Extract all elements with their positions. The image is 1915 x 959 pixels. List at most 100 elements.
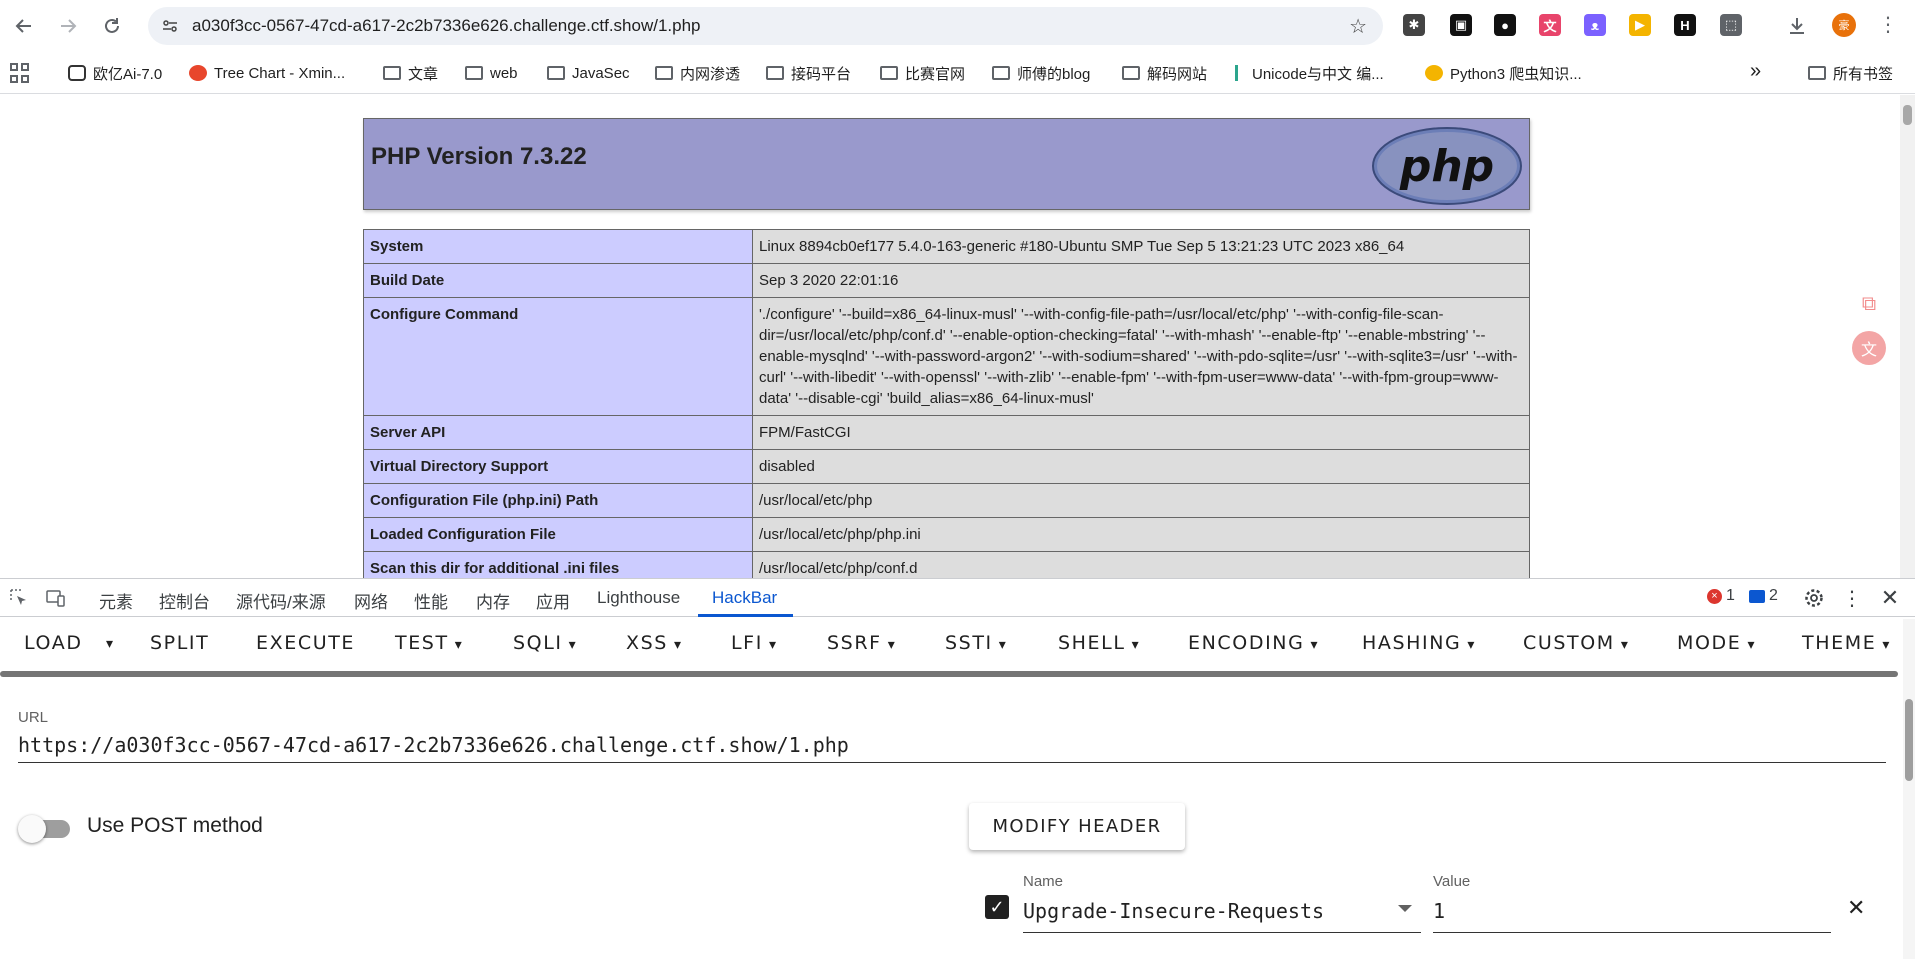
devtools-tab[interactable]: 控制台	[159, 588, 210, 613]
header-value-input[interactable]: 1	[1433, 893, 1831, 933]
chat-icon	[68, 65, 86, 81]
row-value: /usr/local/etc/php/conf.d	[752, 551, 1530, 578]
h-letter-icon[interactable]: H	[1674, 14, 1696, 36]
row-value: disabled	[752, 449, 1530, 484]
page-scrollbar-thumb[interactable]	[1903, 105, 1912, 125]
devtools-tab[interactable]: HackBar	[712, 588, 777, 608]
hackbar-menu-sqli[interactable]: SQLI ▾	[513, 632, 577, 654]
bookmark-item[interactable]: 内网渗透	[655, 62, 740, 84]
inspect-element-icon[interactable]	[5, 584, 33, 612]
bookmarks-overflow-button[interactable]: »	[1750, 60, 1761, 82]
hackbar-scrollbar[interactable]	[1903, 619, 1915, 959]
header-value-label: Value	[1433, 873, 1471, 890]
remove-header-icon[interactable]: ✕	[1847, 895, 1865, 921]
translate-icon[interactable]: 文	[1539, 14, 1561, 36]
bookmark-item[interactable]: 文章	[383, 62, 438, 84]
hackbar-menu-label: SQLI	[513, 632, 563, 654]
devtools-tab[interactable]: 内存	[476, 588, 510, 613]
puzzle-icon[interactable]: ⬚	[1720, 14, 1742, 36]
header-name-dropdown-icon[interactable]	[1398, 905, 1412, 912]
hackbar-menu-execute[interactable]: EXECUTE	[256, 632, 355, 654]
folder-icon	[1122, 66, 1140, 80]
hackbar-menu-shell[interactable]: SHELL ▾	[1058, 632, 1140, 654]
bookmark-item[interactable]: 欧亿Ai-7.0	[68, 62, 162, 84]
hackbar-menu-mode[interactable]: MODE ▾	[1677, 632, 1756, 654]
hackbar-menu-ssti[interactable]: SSTI ▾	[945, 632, 1007, 654]
translate-float-icon[interactable]: 文	[1852, 331, 1886, 365]
devtools-close-icon[interactable]: ✕	[1876, 584, 1904, 612]
bookmark-item[interactable]: 比赛官网	[880, 62, 965, 84]
hackbar-menu-encoding[interactable]: ENCODING ▾	[1188, 632, 1319, 654]
browser-menu-icon[interactable]: ⋮	[1878, 12, 1898, 37]
hackbar-scrollbar-thumb[interactable]	[1905, 699, 1913, 781]
sidebar-grid-icon[interactable]: ⧉	[1852, 287, 1886, 321]
apps-grid-icon[interactable]	[10, 63, 30, 83]
devtools-settings-icon[interactable]	[1800, 584, 1828, 612]
address-bar[interactable]: a030f3cc-0567-47cd-a617-2c2b7336e626.cha…	[148, 7, 1383, 45]
forward-icon[interactable]	[54, 12, 82, 40]
page-viewport: PHP Version 7.3.22 php System Linux 8894c…	[0, 95, 1915, 578]
load-dropdown-icon[interactable]: ▾	[106, 636, 115, 652]
hackbar-menu-label: TEST	[395, 632, 449, 654]
devtools-tab[interactable]: 应用	[536, 588, 570, 613]
bookmark-item[interactable]: Python3 爬虫知识...	[1425, 62, 1582, 84]
hackbar-menu-xss[interactable]: XSS ▾	[626, 632, 683, 654]
bookmark-item[interactable]: Tree Chart - Xmin...	[189, 62, 345, 84]
message-count-badge[interactable]: 2	[1749, 587, 1778, 605]
url-input[interactable]: https://a030f3cc-0567-47cd-a617-2c2b7336…	[18, 729, 1886, 763]
folder-icon	[1808, 66, 1826, 80]
devtools-tab[interactable]: 元素	[99, 588, 133, 613]
bookmark-item[interactable]: 接码平台	[766, 62, 851, 84]
devtools-tab[interactable]: 性能	[414, 588, 448, 613]
bookmark-star-icon[interactable]: ☆	[1349, 14, 1367, 39]
back-icon[interactable]	[10, 12, 38, 40]
hackbar-progress-bar	[0, 671, 1898, 677]
profile-avatar[interactable]: 豪	[1832, 13, 1856, 37]
hackbar-menu-ssrf[interactable]: SSRF ▾	[827, 632, 896, 654]
hackbar-menu-custom[interactable]: CUSTOM ▾	[1523, 632, 1629, 654]
hackbar-menu-load[interactable]: LOAD	[24, 632, 83, 654]
bookmark-item[interactable]: 师傅的blog	[992, 62, 1090, 84]
page-scrollbar[interactable]	[1900, 95, 1915, 578]
folder-icon	[383, 66, 401, 80]
bookmark-label: 比赛官网	[905, 65, 966, 83]
bookmark-item[interactable]: 解码网站	[1122, 62, 1207, 84]
all-bookmarks-folder[interactable]: 所有书签	[1808, 62, 1893, 84]
row-value: /usr/local/etc/php/php.ini	[752, 517, 1530, 552]
hackbar-menu-theme[interactable]: THEME ▾	[1802, 632, 1891, 654]
hackbar-menu-split[interactable]: SPLIT	[150, 632, 209, 654]
cat-icon[interactable]: ᴥ	[1584, 14, 1606, 36]
hackbar-menu-lfi[interactable]: LFI ▾	[731, 632, 778, 654]
hackbar-menu-test[interactable]: TEST ▾	[395, 632, 463, 654]
devtools-tab[interactable]: 源代码/来源	[236, 588, 326, 613]
hackbar-menu-hashing[interactable]: HASHING ▾	[1362, 632, 1476, 654]
devtools-tab[interactable]: 网络	[354, 588, 388, 613]
download-icon[interactable]	[1783, 12, 1811, 40]
devtools-tab[interactable]: Lighthouse	[597, 588, 680, 608]
header-name-input[interactable]: Upgrade-Insecure-Requests	[1023, 893, 1421, 933]
bookmark-label: JavaSec	[572, 64, 630, 82]
folder-icon	[465, 66, 483, 80]
bookmark-item[interactable]: Unicode与中文 编...	[1235, 62, 1384, 84]
header-enabled-checkbox[interactable]: ✓	[985, 895, 1009, 919]
folder-icon	[655, 66, 673, 80]
address-bar-url[interactable]: a030f3cc-0567-47cd-a617-2c2b7336e626.cha…	[192, 16, 701, 36]
bug-icon[interactable]: ✱	[1403, 14, 1425, 36]
pointer-icon[interactable]: ▶	[1629, 14, 1651, 36]
php-logo: php	[1372, 127, 1522, 205]
chevron-down-icon: ▾	[1741, 637, 1757, 653]
device-toolbar-icon[interactable]	[42, 584, 70, 612]
bookmark-item[interactable]: JavaSec	[547, 62, 630, 84]
record-icon[interactable]: ●	[1494, 14, 1516, 36]
hackbar-menu-label: XSS	[626, 632, 668, 654]
modify-header-button[interactable]: MODIFY HEADER	[969, 803, 1185, 850]
devtools-more-icon[interactable]: ⋮	[1838, 584, 1866, 612]
bookmark-label: 接码平台	[791, 65, 852, 83]
error-count-badge[interactable]: × 1	[1707, 587, 1735, 605]
site-info-icon[interactable]	[160, 16, 180, 36]
bookmark-item[interactable]: web	[465, 62, 518, 84]
game-controller-icon[interactable]: ▣	[1450, 14, 1472, 36]
reload-icon[interactable]	[98, 12, 126, 40]
post-method-toggle[interactable]	[18, 815, 70, 843]
bookmark-label: web	[490, 64, 518, 82]
